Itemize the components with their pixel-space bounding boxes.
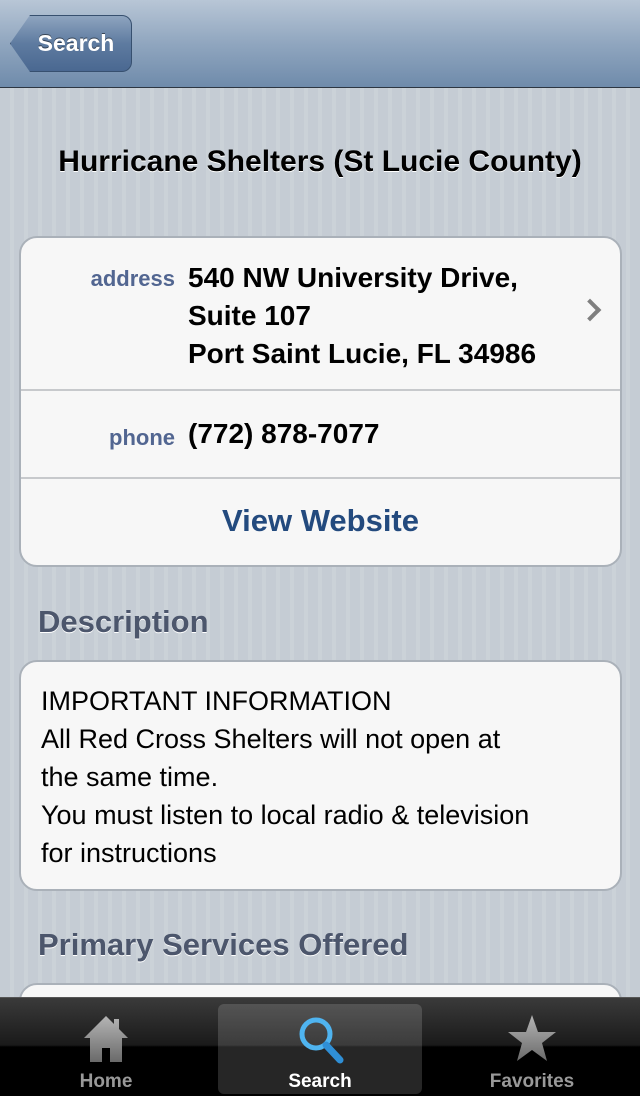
tab-home[interactable]: Home xyxy=(4,1004,208,1094)
contact-card: address 540 NW University Drive, Suite 1… xyxy=(19,236,622,567)
address-row[interactable]: address 540 NW University Drive, Suite 1… xyxy=(21,238,620,391)
detail-content[interactable]: Hurricane Shelters (St Lucie County) add… xyxy=(0,89,640,997)
description-text: IMPORTANT INFORMATION All Red Cross Shel… xyxy=(41,682,611,872)
address-label: address xyxy=(90,266,175,291)
description-line: You must listen to local radio & televis… xyxy=(41,800,530,830)
phone-row[interactable]: phone (772) 878-7077 xyxy=(21,391,620,479)
description-line: for instructions xyxy=(41,838,217,868)
tab-favorites[interactable]: Favorites xyxy=(430,1004,634,1094)
address-value: 540 NW University Drive, Suite 107 Port … xyxy=(188,259,536,373)
page-title: Hurricane Shelters (St Lucie County) xyxy=(58,145,582,178)
services-card xyxy=(19,983,622,997)
phone-value: (772) 878-7077 xyxy=(188,418,380,449)
view-website-link[interactable]: View Website xyxy=(21,503,620,539)
navigation-bar: Search xyxy=(0,0,640,88)
address-line: Port Saint Lucie, FL 34986 xyxy=(188,338,537,369)
back-button-label: Search xyxy=(37,30,115,56)
tab-search[interactable]: Search xyxy=(218,1004,422,1094)
tab-search-label: Search xyxy=(288,1071,352,1092)
search-icon xyxy=(299,1017,344,1064)
description-line: IMPORTANT INFORMATION xyxy=(41,686,392,716)
description-card: IMPORTANT INFORMATION All Red Cross Shel… xyxy=(19,660,622,891)
description-line: All Red Cross Shelters will not open at xyxy=(41,724,501,754)
phone-label: phone xyxy=(109,425,175,450)
tab-bar: Home Search Favorites xyxy=(0,997,640,1096)
chevron-right-icon xyxy=(578,298,602,322)
home-icon xyxy=(84,1016,128,1062)
description-line: the same time. xyxy=(41,762,219,792)
services-header: Primary Services Offered xyxy=(38,927,409,962)
address-line: 540 NW University Drive, xyxy=(188,262,518,293)
address-line: Suite 107 xyxy=(188,300,311,331)
back-button[interactable]: Search xyxy=(10,15,132,72)
tab-favorites-label: Favorites xyxy=(489,1071,575,1092)
description-header: Description xyxy=(38,604,209,639)
view-website-row[interactable]: View Website xyxy=(21,479,620,565)
tab-home-label: Home xyxy=(79,1071,133,1092)
star-icon xyxy=(508,1015,556,1061)
